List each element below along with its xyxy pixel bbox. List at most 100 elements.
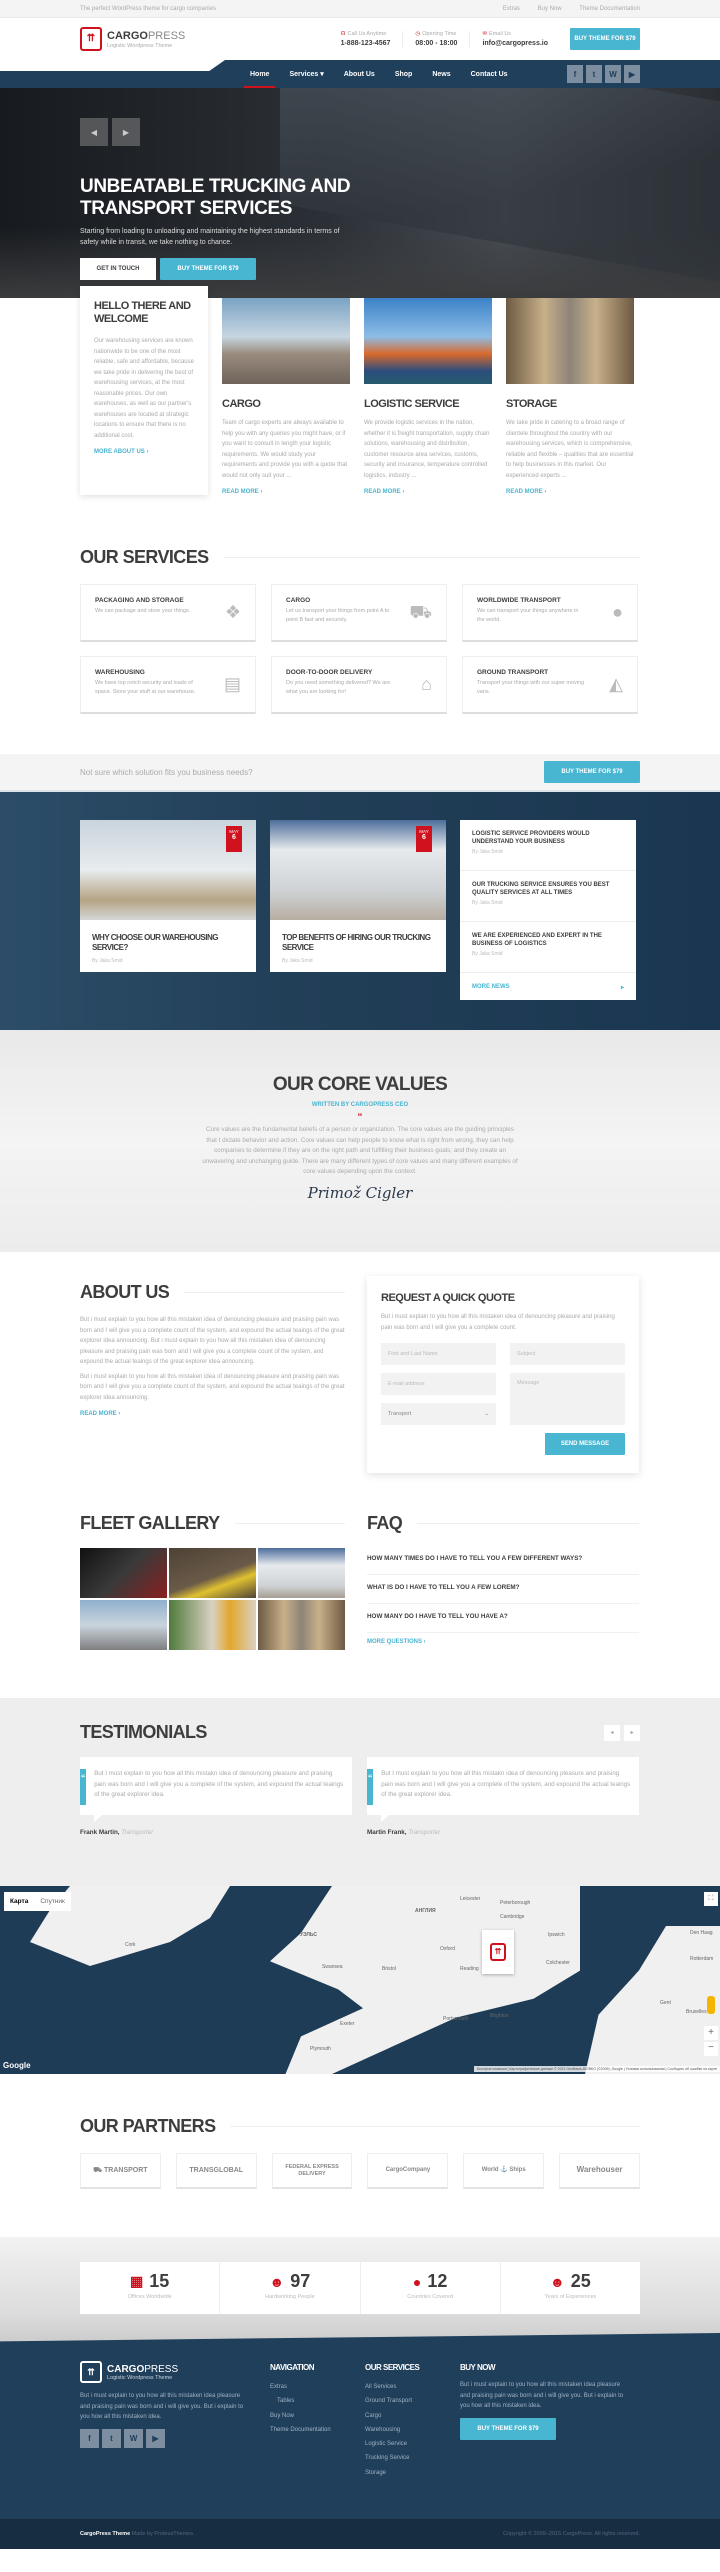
service-ground[interactable]: GROUND TRANSPORT Transport your things wi… [462,656,638,714]
get-in-touch-button[interactable]: GET IN TOUCH [80,258,156,280]
more-news-link[interactable]: MORE NEWS ▸ [460,973,636,1002]
read-more-link[interactable]: READ MORE › [506,489,634,495]
youtube-icon[interactable]: ▶ [146,2428,165,2448]
quote-icon: “ [357,1112,363,1123]
hero-buy-button[interactable]: BUY THEME FOR $79 [160,258,256,280]
twitter-icon[interactable]: t [102,2428,121,2448]
more-questions-link[interactable]: MORE QUESTIONS › [367,1639,639,1645]
service-door-to-door[interactable]: DOOR-TO-DOOR DELIVERY Do you need somethi… [271,656,447,714]
faq-title: FAQ [367,1513,403,1533]
gallery-image-bicycle[interactable] [169,1600,256,1650]
google-map[interactable]: Карта Спутник АНГЛИЯ УЭЛЬС Cork Oxford B… [0,1886,720,2074]
post-title[interactable]: TOP BENEFITS OF HIRING OUR TRUCKING SERV… [270,920,446,953]
gallery-image-warehouse[interactable] [258,1600,345,1650]
footer-service-link[interactable]: Warehousing [365,2423,460,2437]
footer-nav-link[interactable]: Theme Documentation [270,2423,365,2437]
service-worldwide[interactable]: WORLDWIDE TRANSPORT We can transport your… [462,584,638,642]
header-buy-button[interactable]: BUY THEME FOR $79 [570,28,640,50]
gallery-image-dashboard[interactable] [80,1548,167,1598]
footer-nav-link[interactable]: Tables [270,2394,365,2408]
footer-service-link[interactable]: Cargo [365,2409,460,2423]
warehouse-post-image[interactable]: MAY 6 [80,820,256,920]
news-list-item[interactable]: OUR TRUCKING SERVICE ENSURES YOU BEST QU… [460,871,636,922]
nav-contact-us[interactable]: Contact Us [461,60,518,88]
news-post[interactable]: MAY 6 TOP BENEFITS OF HIRING OUR TRUCKING… [270,820,446,972]
wordpress-icon[interactable]: W [605,65,621,83]
partner-logo-transglobal[interactable]: TRANSGLOBAL [175,2153,257,2189]
slider-next-button[interactable]: ▶ [112,118,140,146]
faq-item[interactable]: HOW MANY TIMES DO I HAVE TO TELL YOU A F… [367,1546,639,1575]
cta-buy-button[interactable]: BUY THEME FOR $79 [544,761,640,783]
subject-input[interactable]: Subject [510,1343,625,1365]
street-view-pegman-icon[interactable] [707,1996,715,2014]
map-type-satellite[interactable]: Спутник [34,1892,71,1911]
partner-logo-federal-express[interactable]: FEDERAL EXPRESS DELIVERY [271,2153,353,2189]
facebook-icon[interactable]: f [567,65,583,83]
service-packaging[interactable]: PACKAGING AND STORAGE We can package and … [80,584,256,642]
nav-home[interactable]: Home [240,60,279,88]
twitter-icon[interactable]: t [586,65,602,83]
news-list-item[interactable]: LOGISTIC SERVICE PROVIDERS WOULD UNDERST… [460,820,636,871]
top-link-extras[interactable]: Extras [503,6,520,12]
contact-value[interactable]: info@cargopress.io [482,40,548,47]
gallery-image-road[interactable] [169,1548,256,1598]
zoom-in-button[interactable]: + [704,2026,718,2040]
map-attribution[interactable]: Быстрые клавиши | Картографические данны… [473,2066,720,2072]
service-cargo[interactable]: CARGO Let us transport your things from p… [271,584,447,642]
wordpress-icon[interactable]: W [124,2428,143,2448]
send-message-button[interactable]: SEND MESSAGE [545,1433,625,1455]
warehouse-image[interactable] [506,298,634,384]
nav-about-us[interactable]: About Us [334,60,385,88]
about-read-more-link[interactable]: READ MORE › [80,1411,345,1417]
more-about-us-link[interactable]: MORE ABOUT US › [94,449,194,455]
map-type-map[interactable]: Карта [4,1892,34,1911]
footer-service-link[interactable]: Logistic Service [365,2437,460,2451]
email-input[interactable]: E-mail address [381,1373,496,1395]
news-post[interactable]: MAY 6 WHY CHOOSE OUR WAREHOUSING SERVICE?… [80,820,256,972]
testimonial-prev-button[interactable]: ◂ [604,1724,620,1741]
footer-service-link[interactable]: Storage [365,2466,460,2480]
youtube-icon[interactable]: ▶ [624,65,640,83]
footer-logo[interactable]: ⇈ CARGOPRESS Logistic Wordpress Theme [80,2361,260,2383]
slider-prev-button[interactable]: ◀ [80,118,108,146]
footer-buy-button[interactable]: BUY THEME FOR $79 [460,2417,556,2440]
partner-logo-warehouser[interactable]: Warehouser [559,2153,640,2189]
port-image[interactable] [364,298,492,384]
partner-logo-cargocompany[interactable]: CargoCompany [367,2153,449,2189]
made-by-link[interactable]: Made by ProteusThemes. [132,2531,195,2537]
fullscreen-icon[interactable]: ⛶ [704,1892,718,1906]
gallery-image-trucks[interactable] [258,1548,345,1598]
partner-logo-world-ships[interactable]: World ⚓ Ships [463,2153,545,2189]
read-more-link[interactable]: READ MORE › [222,489,350,495]
footer-nav-link[interactable]: Extras [270,2380,365,2394]
message-textarea[interactable]: Message [510,1373,625,1425]
read-more-link[interactable]: READ MORE › [364,489,492,495]
news-list-item[interactable]: WE ARE EXPERIENCED AND EXPERT IN THE BUS… [460,922,636,973]
gallery-image-city[interactable] [80,1600,167,1650]
faq-item[interactable]: HOW MANY DO I HAVE TO TELL YOU HAVE A? [367,1604,639,1633]
name-input[interactable]: First and Last Name [381,1343,496,1365]
facebook-icon[interactable]: f [80,2428,99,2448]
footer-nav-link[interactable]: Buy Now [270,2409,365,2423]
footer-service-link[interactable]: Ground Transport [365,2394,460,2408]
service-warehousing[interactable]: WAREHOUSING We have top notch security an… [80,656,256,714]
feature-title: CARGO [222,398,261,410]
footer-service-link[interactable]: Trucking Service [365,2451,460,2465]
nav-shop[interactable]: Shop [385,60,423,88]
top-link-buy-now[interactable]: Buy Now [538,6,562,12]
nav-news[interactable]: News [422,60,460,88]
partner-logo-transport[interactable]: ⛟ TRANSPORT [80,2153,161,2189]
post-title[interactable]: WHY CHOOSE OUR WAREHOUSING SERVICE? [80,920,256,953]
zoom-out-button[interactable]: − [704,2042,718,2056]
testimonial-next-button[interactable]: ▸ [624,1724,640,1741]
logo[interactable]: ⇈ CARGOPRESS Logistic Wordpress Theme [80,27,185,51]
trucks-post-image[interactable]: MAY 6 [270,820,446,920]
nav-services[interactable]: Services ▾ [279,60,333,88]
top-link-docs[interactable]: Theme Documentation [579,6,640,12]
map-marker[interactable]: ⇈ [482,1930,514,1974]
footer-service-link[interactable]: All Services [365,2380,460,2394]
faq-item[interactable]: WHAT IS DO I HAVE TO TELL YOU A FEW LORE… [367,1575,639,1604]
cargo-train-image[interactable] [222,298,350,384]
cta-banner: Not sure which solution fits you busines… [0,754,720,792]
service-select[interactable]: Transport ⌄ [381,1403,496,1425]
